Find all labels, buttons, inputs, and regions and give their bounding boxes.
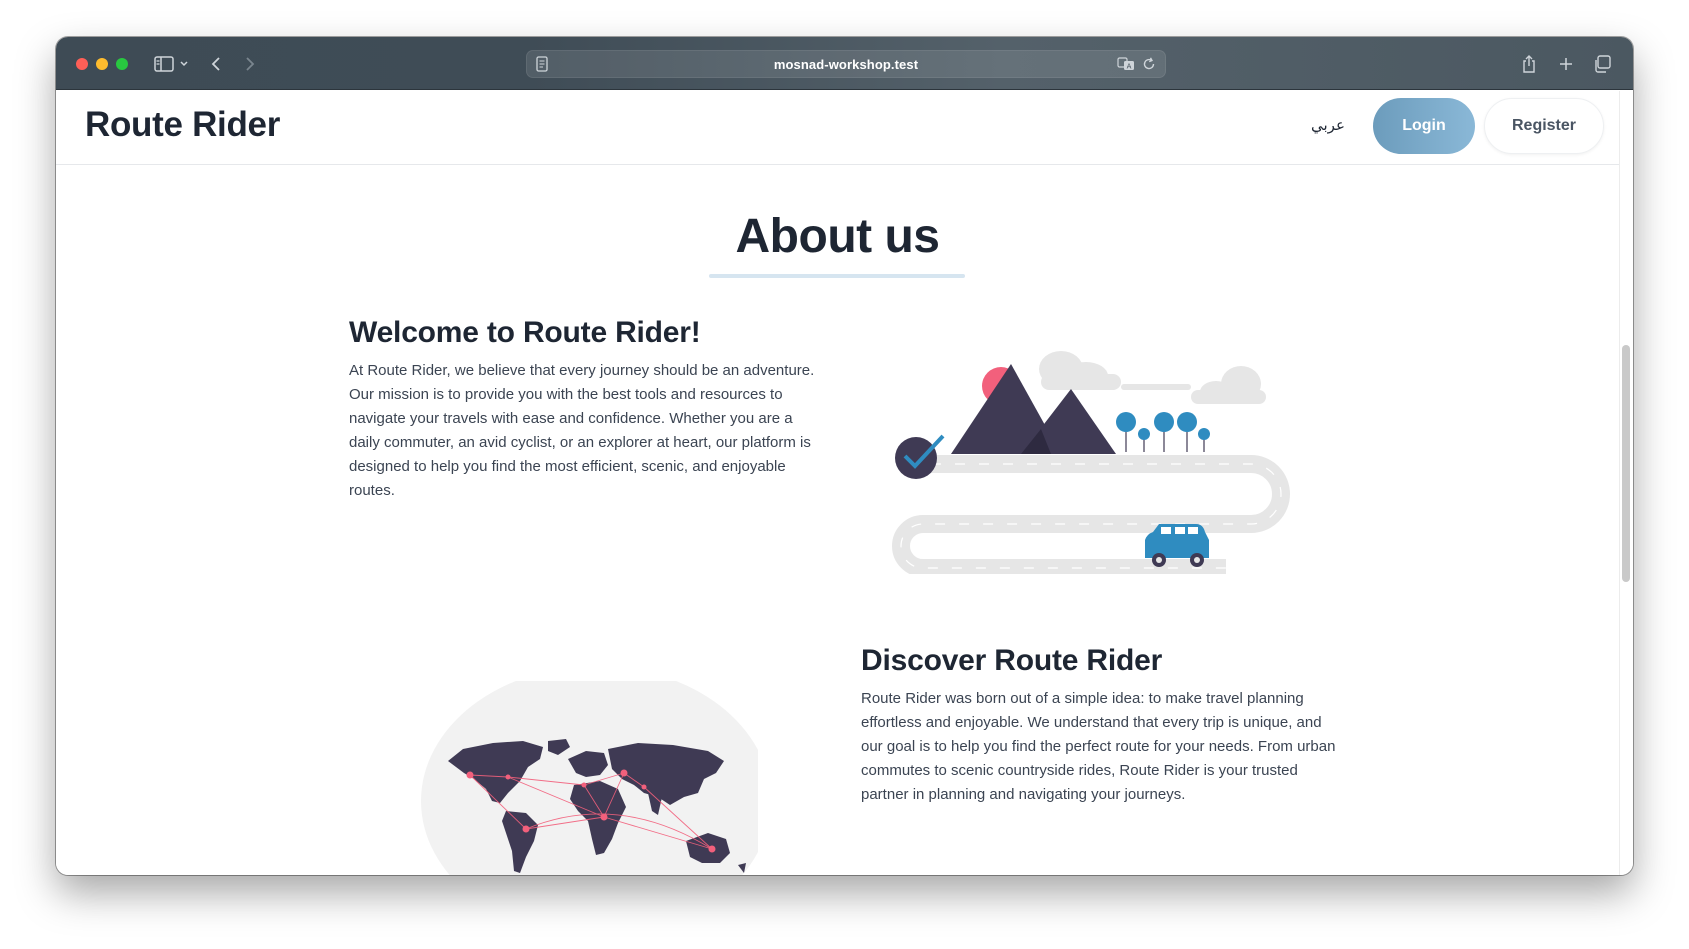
reload-icon[interactable] <box>1141 56 1157 77</box>
brand-logo[interactable]: Route Rider <box>85 105 280 145</box>
discover-heading: Discover Route Rider <box>861 644 1163 677</box>
chevron-down-icon[interactable] <box>176 52 192 76</box>
browser-window: mosnad-workshop.test A Route Rider عربي … <box>56 37 1633 875</box>
site-navbar: Route Rider عربي Login Register <box>56 91 1619 165</box>
browser-toolbar: mosnad-workshop.test A <box>56 37 1633 90</box>
discover-paragraph: Route Rider was born out of a simple ide… <box>861 690 1336 803</box>
plus-icon[interactable] <box>1554 52 1578 76</box>
url-text: mosnad-workshop.test <box>773 56 919 72</box>
minimize-window-button[interactable] <box>96 58 108 70</box>
road-trip-illustration <box>892 351 1290 574</box>
address-bar[interactable]: mosnad-workshop.test A <box>526 50 1166 78</box>
sidebar-icon[interactable] <box>152 52 176 76</box>
page-content: Route Rider عربي Login Register About us… <box>56 91 1619 875</box>
chevron-right-icon[interactable] <box>238 52 262 76</box>
language-switch-link[interactable]: عربي <box>1311 116 1345 134</box>
translate-icon[interactable]: A <box>1117 56 1135 77</box>
register-button[interactable]: Register <box>1484 98 1604 154</box>
chevron-left-icon[interactable] <box>204 52 228 76</box>
close-window-button[interactable] <box>76 58 88 70</box>
scrollbar-thumb[interactable] <box>1622 345 1630 582</box>
svg-text:A: A <box>1127 63 1132 71</box>
tabs-overview-icon[interactable] <box>1590 52 1614 76</box>
welcome-paragraph: At Route Rider, we believe that every jo… <box>349 362 815 499</box>
login-button[interactable]: Login <box>1373 98 1475 154</box>
welcome-heading: Welcome to Route Rider! <box>349 316 701 349</box>
share-icon[interactable] <box>1517 52 1541 76</box>
zoom-window-button[interactable] <box>116 58 128 70</box>
world-map-illustration <box>421 681 758 875</box>
reader-icon[interactable] <box>535 56 549 77</box>
page-title: About us <box>735 210 940 263</box>
title-underline <box>709 274 965 278</box>
